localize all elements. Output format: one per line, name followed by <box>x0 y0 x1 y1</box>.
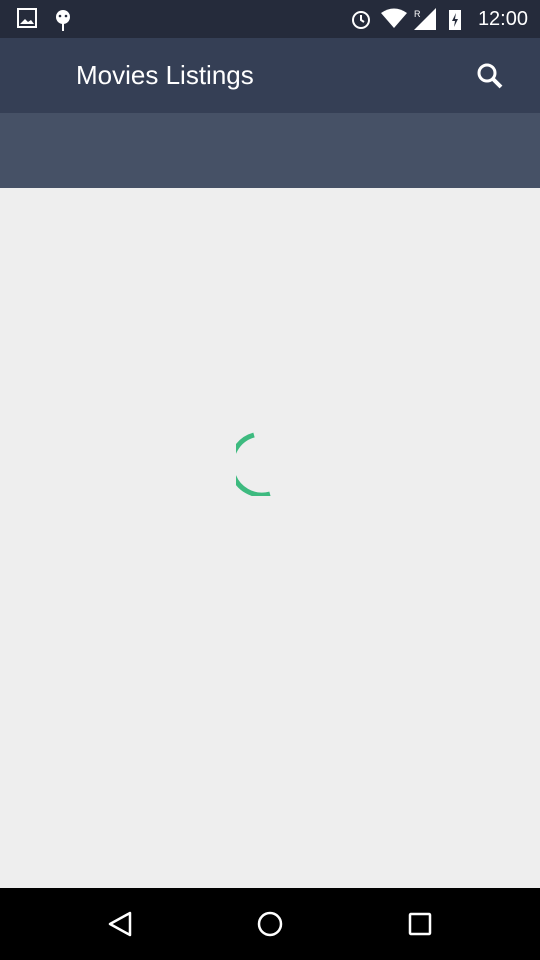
android-icon <box>56 10 70 31</box>
app-bar: Movies Listings <box>0 38 540 113</box>
wifi-icon <box>381 8 407 28</box>
search-icon[interactable] <box>470 56 510 96</box>
clock: 12:00 <box>477 8 528 30</box>
signal-icon: R <box>414 8 436 30</box>
page-title: Movies Listings <box>76 60 254 90</box>
battery-charging-icon <box>449 10 461 30</box>
back-icon[interactable] <box>106 910 134 938</box>
status-bar: R 12:00 <box>0 0 540 38</box>
alarm-icon <box>352 11 370 29</box>
tab-strip <box>0 113 540 188</box>
loading-spinner <box>236 432 271 496</box>
image-icon <box>17 8 37 28</box>
svg-text:R: R <box>414 9 421 19</box>
navigation-bar <box>0 888 540 960</box>
recents-icon[interactable] <box>406 910 434 938</box>
home-icon[interactable] <box>256 910 284 938</box>
